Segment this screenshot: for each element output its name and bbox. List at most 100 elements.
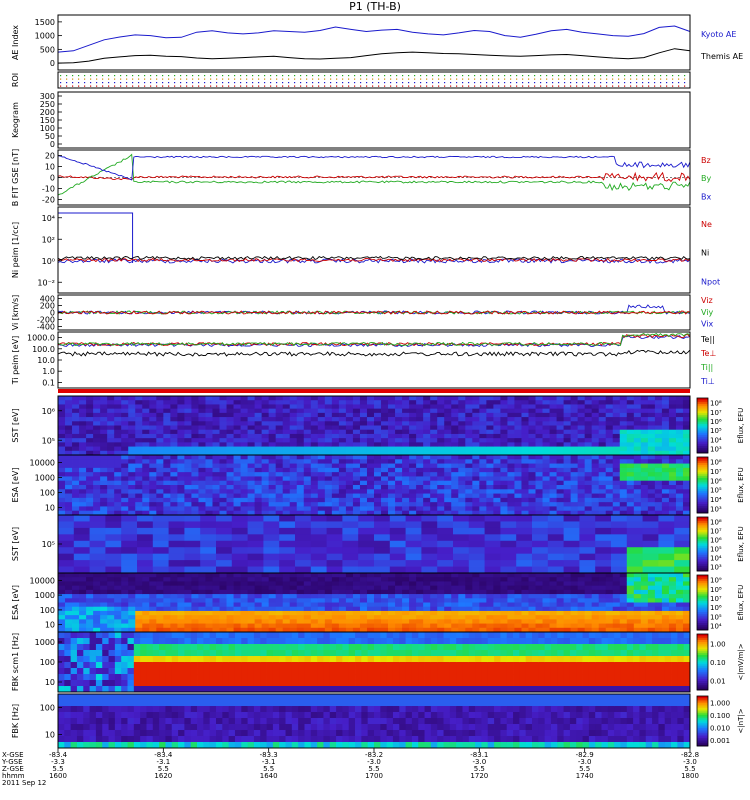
- bfield-by: [57, 153, 691, 196]
- sst_e-colorbar-tick: 10⁷: [710, 409, 722, 417]
- fbk_b-ylabel: FBK scm1 [Hz]: [11, 633, 20, 691]
- ae-series-1: [57, 48, 691, 64]
- bfield-tick-label: 0: [50, 174, 55, 183]
- fbk_e-tick-label: 10: [45, 731, 55, 740]
- xaxis-tick-label: 1640: [260, 772, 278, 780]
- esa_e-colorbar-tick: 10⁶: [710, 604, 722, 612]
- temperature-tick-label: 100.0: [32, 345, 55, 354]
- sst_e-colorbar-label: Eflux, EFU: [737, 408, 745, 443]
- esa_e-heatmap: [58, 573, 691, 633]
- fbk_e-colorbar: 0.001 0.010 0.100 1.000 <|nT|>: [696, 695, 745, 747]
- temperature-legend-1: Te⊥: [700, 349, 716, 358]
- bfield-tick-label: 20: [45, 152, 55, 161]
- bfield-ylabel: B FIT GSE [nT]: [11, 149, 20, 207]
- fbk_e-colorbar-tick: 0.100: [710, 712, 730, 720]
- temperature-legend-0: Te||: [700, 335, 715, 344]
- density-tick-label: 10²: [42, 235, 55, 244]
- keogram-tick-label: 250: [40, 100, 55, 109]
- temperature-tick-label: 0.1: [42, 378, 55, 387]
- red-indicator-bar: [58, 389, 690, 393]
- fbk_b-tick-label: 1000: [35, 638, 55, 647]
- esa_e-colorbar-tick: 10⁹: [710, 577, 722, 585]
- ae-legend-0: Kyoto AE: [701, 30, 736, 39]
- fbk_e-colorbar-label: <|nT|>: [737, 708, 745, 733]
- esa_i-colorbar-tick: 10⁸: [710, 459, 722, 467]
- bfield-legend-2: Bx: [701, 193, 711, 202]
- velocity-legend-2: Vix: [701, 320, 714, 329]
- fbk_e-colorbar-tick: 1.000: [710, 699, 730, 707]
- keogram-tick-label: 50: [45, 132, 55, 141]
- ae-legend-1: Themis AE: [700, 52, 743, 61]
- fbk_e-colorbar-tick: 0.010: [710, 724, 730, 732]
- sst_e-ylabel: SST [eV]: [11, 408, 20, 442]
- ae-series-0: [57, 25, 691, 53]
- temperature-tick-label: 1000.0: [27, 334, 55, 343]
- temperature-legend-3: Ti⊥: [700, 377, 715, 386]
- esa_i-colorbar: 10³10⁴10⁵ 10⁶10⁷10⁸ Eflux, EFU: [696, 456, 745, 514]
- density-legend-0: Ne: [701, 220, 712, 229]
- bfield-bz: [57, 171, 691, 183]
- xaxis-tick-label: 1700: [365, 772, 383, 780]
- temperature-tick-label: 10.0: [37, 356, 55, 365]
- sst_e-colorbar-tick: 10⁴: [710, 436, 722, 444]
- density-panel-frame: [57, 206, 691, 294]
- fbk_e-tick-label: 100: [40, 704, 55, 713]
- xaxis-tick-label: 1620: [154, 772, 172, 780]
- sst_i-ylabel: SST [eV]: [11, 527, 20, 561]
- esa_e-ylabel: ESA [eV]: [11, 585, 20, 620]
- velocity-tick-label: 400: [40, 295, 55, 304]
- density-tick-label: 10⁴: [42, 214, 55, 223]
- sst_i-colorbar-tick: 10⁴: [710, 555, 722, 563]
- keogram-tick-label: 150: [40, 116, 55, 125]
- sst_i-colorbar-label: Eflux, EFU: [737, 526, 745, 561]
- density-legend-1: Ni: [701, 249, 709, 258]
- ae-ylabel: AE Index: [11, 25, 20, 60]
- ae-panel-frame: [57, 14, 691, 71]
- temperature-ylabel: Ti peim [eV]: [11, 336, 20, 386]
- sst_e-colorbar-tick: 10⁸: [710, 400, 722, 408]
- keogram-tick-label: 100: [40, 124, 55, 133]
- esa_e-colorbar-tick: 10⁷: [710, 595, 722, 603]
- esa_e-tick-label: 100: [40, 606, 55, 615]
- esa_i-colorbar-label: Eflux, EFU: [737, 467, 745, 502]
- temp-ti-par: [57, 332, 691, 347]
- esa_e-colorbar-tick: 10⁸: [710, 586, 722, 594]
- sst_i-tick-label: 10⁵: [42, 540, 55, 549]
- density-tick-label: 10⁰: [42, 257, 55, 266]
- temperature-tick-label: 1.0: [42, 367, 55, 376]
- ae-tick-label: 1000: [35, 32, 55, 41]
- esa_e-tick-label: 10: [45, 621, 55, 630]
- sst_i-heatmap: [58, 515, 691, 574]
- xaxis-tick-label: 1720: [470, 772, 488, 780]
- bfield-legend-0: Bz: [701, 156, 711, 165]
- bfield-tick-label: -20: [42, 196, 55, 205]
- sst_e-tick-label: 10⁵: [42, 436, 55, 445]
- velocity-legend-1: Viy: [701, 308, 714, 317]
- esa_e-tick-label: 10000: [30, 576, 55, 585]
- density-ylabel: Ni peim [1/cc]: [11, 222, 20, 278]
- sst_i-colorbar-tick: 10⁵: [710, 546, 722, 554]
- sst_i-colorbar-tick: 10³: [710, 564, 722, 572]
- roi-ylabel: ROI: [11, 73, 20, 87]
- esa_e-colorbar: 10⁴10⁵10⁶10⁷10⁸10⁹ Eflux, EFU: [696, 574, 745, 630]
- sst_i-colorbar-tick: 10⁸: [710, 519, 722, 527]
- fbk_e-ylabel: FBK [Hz]: [11, 704, 20, 738]
- sst_e-colorbar-tick: 10⁶: [710, 418, 722, 426]
- density-legend-2: Npot: [701, 277, 720, 286]
- fbk_b-tick-label: 10: [45, 678, 55, 687]
- esa_e-colorbar-tick: 10⁴: [710, 622, 722, 630]
- sst_e-colorbar: 10³10⁴10⁵10⁶10⁷10⁸ Eflux, EFU: [696, 397, 745, 453]
- esa_i-colorbar-tick: 10⁴: [710, 496, 722, 504]
- sst_e-heatmap: [58, 396, 691, 456]
- esa_i-tick-label: 10000: [30, 459, 55, 468]
- esa_i-ylabel: ESA [eV]: [11, 468, 20, 503]
- fbk_b-colorbar-tick: 0.01: [710, 678, 726, 686]
- temperature-legend-2: Ti||: [700, 363, 713, 372]
- ae-tick-label: 0: [50, 59, 55, 68]
- bfield-bx: [57, 155, 691, 181]
- esa_e-colorbar-tick: 10⁵: [710, 613, 722, 621]
- multi-panel-plot: AE Index050010001500Kyoto AEThemis AEROI…: [1, 14, 745, 787]
- velocity-legend-0: Viz: [701, 296, 713, 305]
- esa_i-tick-label: 1000: [35, 474, 55, 483]
- sst_i-colorbar-tick: 10⁷: [710, 528, 722, 536]
